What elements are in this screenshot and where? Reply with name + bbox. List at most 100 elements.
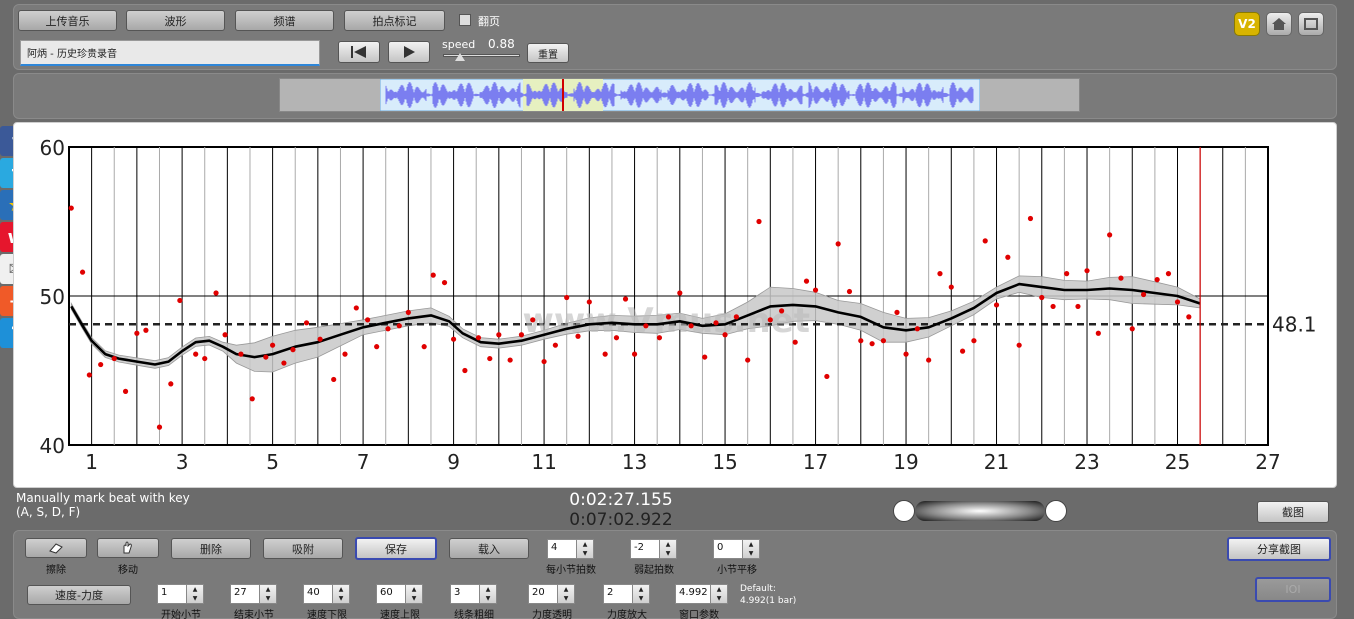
stepper-arrows-icon[interactable]: ▲ ▼ (743, 539, 760, 559)
beat-point (926, 357, 932, 363)
beat-point (622, 296, 629, 302)
v2-icon[interactable]: V2 (1234, 12, 1260, 36)
tempo-upper-spinner[interactable]: 60 ▲ ▼ (376, 584, 423, 604)
stepper-arrows-icon[interactable]: ▲ ▼ (558, 584, 575, 604)
play-icon (404, 46, 415, 58)
fullscreen-icon[interactable] (1298, 12, 1324, 36)
stepper-arrows-icon[interactable]: ▲ ▼ (577, 539, 594, 559)
track-title-field[interactable]: 阿炳 - 历史珍贵录音 (20, 40, 320, 66)
line-width-spinner[interactable]: 3 ▲ ▼ (450, 584, 497, 604)
bar-offset-spinner[interactable]: 0 ▲ ▼ (713, 539, 760, 559)
beat-point (317, 336, 323, 342)
line-width-input[interactable]: 3 (450, 584, 480, 604)
beat-point (575, 333, 581, 339)
beat-point (213, 290, 219, 296)
speed-slider-handle[interactable] (455, 53, 465, 61)
y-tick-label: 40 (40, 434, 65, 458)
beat-point (824, 373, 830, 380)
play-button[interactable] (388, 41, 430, 63)
beat-point (177, 297, 183, 304)
volume-control[interactable] (893, 499, 1067, 523)
beat-point (487, 355, 493, 362)
stepper-arrows-icon[interactable]: ▲ ▼ (187, 584, 204, 604)
start-bar-spinner[interactable]: 1 ▲ ▼ (157, 584, 204, 604)
tempo-dynamics-mode-button[interactable]: 速度-力度 (27, 585, 131, 605)
speed-value: 0.88 (488, 37, 515, 51)
beat-point (374, 344, 380, 350)
rewind-button[interactable] (338, 41, 380, 63)
dynamics-transparency-input[interactable]: 20 (528, 584, 558, 604)
load-button[interactable]: 载入 (449, 538, 529, 559)
tempo-chart[interactable]: www.Vmus.net1 3 5 7 9 11 13 15 17 19 21 23 25 2740506… (14, 123, 1336, 487)
beat-point (68, 205, 74, 211)
dynamics-transparency-spinner[interactable]: 20 ▲ ▼ (528, 584, 575, 604)
save-button[interactable]: 保存 (355, 537, 437, 560)
waveform-button[interactable]: 波形 (126, 10, 225, 31)
beat-point (1140, 291, 1147, 298)
snap-button[interactable]: 吸附 (263, 538, 343, 559)
beat-point (303, 320, 310, 326)
home-icon[interactable] (1266, 12, 1292, 36)
stepper-arrows-icon[interactable]: ▲ ▼ (633, 584, 650, 604)
speed-label: speed (442, 38, 476, 51)
tempo-upper-input[interactable]: 60 (376, 584, 406, 604)
beat-point (803, 278, 810, 284)
pickup-beats-input[interactable]: -2 (630, 539, 660, 559)
overview-waveform[interactable] (380, 79, 980, 111)
beat-point (134, 330, 140, 336)
beat-point (631, 351, 638, 357)
beat-point (665, 314, 672, 320)
stepper-arrows-icon[interactable]: ▲ ▼ (333, 584, 350, 604)
tempo-lower-input[interactable]: 40 (303, 584, 333, 604)
reset-button[interactable]: 重置 (527, 43, 569, 63)
beat-point (656, 335, 663, 341)
beat-marking-button[interactable]: 拍点标记 (344, 10, 445, 31)
stepper-arrows-icon[interactable]: ▲ ▼ (260, 584, 277, 604)
beat-point (518, 332, 525, 338)
dynamics-zoom-label: 力度放大 (607, 610, 647, 619)
x-tick-label: 23 (1074, 450, 1099, 474)
stepper-arrows-icon[interactable]: ▲ ▼ (660, 539, 677, 559)
beat-point (894, 309, 900, 315)
stepper-arrows-icon[interactable]: ▲ ▼ (480, 584, 497, 604)
stepper-arrows-icon[interactable]: ▲ ▼ (711, 584, 728, 604)
hint-line-2: (A, S, D, F) (16, 505, 81, 519)
beat-point (1050, 303, 1056, 310)
stepper-arrows-icon[interactable]: ▲ ▼ (406, 584, 423, 604)
bar-offset-input[interactable]: 0 (713, 539, 743, 559)
volume-slider[interactable] (915, 501, 1045, 521)
dynamics-zoom-input[interactable]: 2 (603, 584, 633, 604)
end-bar-spinner[interactable]: 27 ▲ ▼ (230, 584, 277, 604)
tempo-lower-spinner[interactable]: 40 ▲ ▼ (303, 584, 350, 604)
screenshot-button[interactable]: 截图 (1257, 501, 1329, 523)
beat-point (812, 287, 819, 293)
pickup-beats-spinner[interactable]: -2 ▲ ▼ (630, 539, 677, 559)
delete-button[interactable]: 删除 (171, 538, 251, 559)
beat-point (496, 332, 502, 338)
beat-point (1027, 215, 1034, 222)
beat-point (1084, 268, 1090, 274)
beats-per-bar-spinner[interactable]: 4 ▲ ▼ (547, 539, 594, 559)
dynamics-zoom-spinner[interactable]: 2 ▲ ▼ (603, 584, 650, 604)
beat-point (222, 332, 228, 338)
beats-per-bar-label: 每小节拍数 (546, 565, 596, 576)
upload-music-button[interactable]: 上传音乐 (18, 10, 117, 31)
erase-button[interactable] (25, 538, 87, 558)
spectrum-button[interactable]: 频谱 (235, 10, 334, 31)
beat-point (1174, 299, 1181, 305)
move-button[interactable] (97, 538, 159, 558)
beat-point (475, 335, 482, 341)
x-tick-label: 19 (893, 450, 918, 474)
ioi-button[interactable]: IOI (1255, 577, 1331, 602)
beats-per-bar-input[interactable]: 4 (547, 539, 577, 559)
page-flip-checkbox[interactable] (459, 14, 471, 26)
window-param-input[interactable]: 4.992 (675, 584, 711, 604)
beat-point (421, 344, 427, 350)
start-bar-input[interactable]: 1 (157, 584, 187, 604)
end-bar-input[interactable]: 27 (230, 584, 260, 604)
beat-point (792, 339, 798, 345)
share-screenshot-button[interactable]: 分享截图 (1227, 537, 1331, 561)
beat-point (1118, 275, 1124, 281)
y-tick-label: 50 (40, 285, 65, 309)
window-param-spinner[interactable]: 4.992 ▲ ▼ (675, 584, 728, 604)
